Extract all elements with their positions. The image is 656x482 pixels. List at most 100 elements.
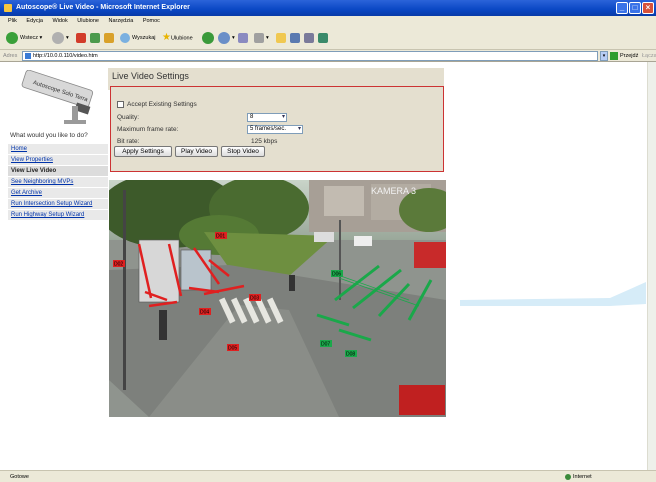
media-icon [202, 31, 214, 44]
sidebar-item-home[interactable]: Home [8, 144, 108, 155]
favorites-label: Ulubione [170, 35, 193, 42]
sidebar-item-view-live-video: View Live Video [8, 166, 108, 177]
discuss-icon [290, 32, 300, 43]
sidebar-item-see-neighboring-mvps[interactable]: See Neighboring MVPs [8, 177, 108, 188]
print-icon [254, 32, 264, 43]
favorites-button[interactable]: ★Ulubione [162, 31, 193, 45]
sidebar-link-intersection-wizard[interactable]: Run Intersection Setup Wizard [11, 201, 92, 207]
bit-rate-value: 125 kbps [251, 138, 278, 145]
stop-video-button[interactable]: Stop Video [221, 146, 265, 157]
sidebar-item-get-archive[interactable]: Get Archive [8, 188, 108, 199]
links-button[interactable]: Łącza [642, 50, 656, 62]
address-dropdown-button[interactable]: ▾ [600, 51, 608, 61]
page-content: Autoscope Solo Terra What would you like… [0, 62, 656, 470]
minimize-button[interactable]: _ [616, 2, 628, 14]
menu-view[interactable]: Widok [52, 18, 67, 24]
status-text: Gotowe [10, 474, 29, 480]
back-arrow-icon [6, 31, 18, 44]
sidebar-item-intersection-wizard[interactable]: Run Intersection Setup Wizard [8, 199, 108, 210]
forward-arrow-icon [52, 31, 64, 44]
sidebar-item-view-properties[interactable]: View Properties [8, 155, 108, 166]
address-url: http://10.0.0.110/video.htm [33, 53, 98, 59]
window-title-bar[interactable]: Autoscope® Live Video - Microsoft Intern… [0, 0, 656, 16]
camera-overlay-text: KAMERA 3 [371, 186, 416, 196]
status-bar: Gotowe Internet [0, 470, 656, 482]
ie-app-icon [4, 4, 12, 12]
stop-icon [76, 32, 86, 43]
apply-settings-button[interactable]: Apply Settings [114, 146, 172, 157]
bit-rate-label: Bit rate: [117, 138, 140, 145]
accept-settings-row[interactable]: Accept Existing Settings [117, 101, 197, 108]
address-bar: Adres http://10.0.0.110/video.htm ▾ Prze… [0, 50, 656, 62]
decorative-blue-shape [460, 282, 646, 306]
chevron-down-icon: ▾ [281, 114, 285, 120]
print-button[interactable]: ▾ [254, 31, 269, 45]
sidebar-link-view-properties[interactable]: View Properties [11, 157, 53, 163]
mail-icon [238, 32, 248, 43]
history-icon [218, 31, 230, 44]
detector-label-green: D08 [346, 352, 355, 358]
back-button[interactable]: Wstecz ▾ [6, 31, 42, 45]
mail-button[interactable] [238, 31, 250, 45]
detector-label-red: D03 [250, 296, 259, 302]
go-button[interactable]: Przejdź [610, 51, 638, 61]
menu-help[interactable]: Pomoc [143, 18, 160, 24]
menu-favorites[interactable]: Ulubione [77, 18, 99, 24]
detector-label-green: D07 [321, 342, 330, 348]
sidebar-link-get-archive[interactable]: Get Archive [11, 190, 42, 196]
search-label: Wyszukaj [132, 35, 156, 41]
research-icon [304, 32, 314, 43]
quality-select[interactable]: 8 ▾ [247, 113, 287, 122]
media-button[interactable] [202, 31, 216, 45]
autoscope-camera-logo: Autoscope Solo Terra [21, 70, 94, 124]
sidebar-item-highway-wizard[interactable]: Run Highway Setup Wizard [8, 210, 108, 221]
messenger-icon [318, 32, 328, 43]
vertical-scrollbar[interactable] [647, 62, 656, 470]
search-button[interactable]: Wyszukaj [120, 31, 155, 45]
sidebar-label-view-live-video: View Live Video [11, 168, 57, 174]
sidebar-link-home[interactable]: Home [11, 146, 27, 152]
live-video-feed: D01 D02 D03 D04 D05 D06 D07 D08 KAMERA 3 [109, 180, 446, 417]
discuss-button[interactable] [290, 31, 302, 45]
sidebar-nav: Home View Properties View Live Video See… [8, 144, 108, 221]
folder-icon [276, 32, 286, 43]
detector-label-red: D01 [216, 234, 225, 240]
history-button[interactable]: ▾ [218, 31, 235, 45]
close-button[interactable]: × [642, 2, 654, 14]
back-label: Wstecz [20, 35, 39, 41]
messenger-button[interactable] [318, 31, 330, 45]
sidebar-link-highway-wizard[interactable]: Run Highway Setup Wizard [11, 212, 84, 218]
maximize-button[interactable]: □ [629, 2, 641, 14]
play-video-button[interactable]: Play Video [175, 146, 218, 157]
menu-file[interactable]: Plik [8, 18, 17, 24]
refresh-button[interactable] [90, 31, 102, 45]
page-icon [25, 53, 31, 59]
forward-button[interactable]: ▾ [52, 31, 69, 45]
refresh-icon [90, 32, 100, 43]
menu-bar: Plik Edycja Widok Ulubione Narzędzia Pom… [0, 16, 656, 26]
detector-label-red: D05 [228, 346, 237, 352]
detector-label-red: D04 [200, 310, 209, 316]
research-button[interactable] [304, 31, 316, 45]
live-video-settings-form: Accept Existing Settings Quality: 8 ▾ Max… [110, 86, 444, 172]
stop-button[interactable] [76, 31, 88, 45]
go-arrow-icon [610, 51, 618, 60]
accept-existing-settings-label: Accept Existing Settings [127, 101, 197, 109]
sidebar-link-see-neighboring-mvps[interactable]: See Neighboring MVPs [11, 179, 73, 185]
home-button[interactable] [104, 31, 116, 45]
menu-tools[interactable]: Narzędzia [109, 18, 134, 24]
frame-rate-select[interactable]: 5 frames/sec. ▾ [247, 125, 303, 134]
window-title: Autoscope® Live Video - Microsoft Intern… [16, 4, 190, 11]
search-icon [120, 32, 130, 43]
address-input[interactable]: http://10.0.0.110/video.htm [22, 51, 598, 61]
detector-label-green: D06 [332, 272, 341, 278]
accept-existing-settings-checkbox[interactable] [117, 101, 124, 108]
menu-edit[interactable]: Edycja [26, 18, 43, 24]
globe-icon [565, 473, 571, 480]
edit-button[interactable] [276, 31, 288, 45]
security-zone: Internet [565, 471, 592, 482]
home-icon [104, 32, 114, 43]
star-icon: ★ [162, 32, 171, 43]
zone-label: Internet [573, 474, 592, 480]
detector-label-red: D02 [114, 262, 123, 268]
